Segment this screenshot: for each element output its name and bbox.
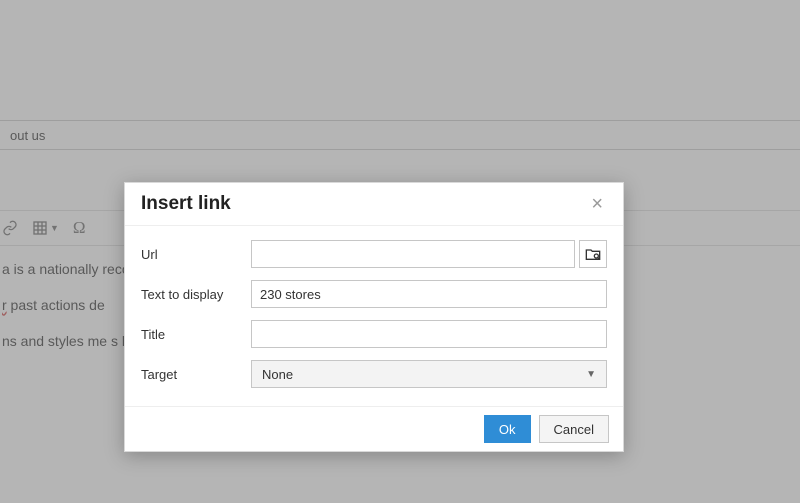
insert-link-dialog: Insert link × Url Text to d <box>124 182 624 452</box>
dialog-footer: Ok Cancel <box>125 406 623 451</box>
label-url: Url <box>141 247 251 262</box>
folder-search-icon <box>585 247 601 261</box>
dialog-header: Insert link × <box>125 183 623 226</box>
row-title: Title <box>141 320 607 348</box>
ok-button[interactable]: Ok <box>484 415 531 443</box>
text-to-display-input[interactable] <box>251 280 607 308</box>
row-text: Text to display <box>141 280 607 308</box>
chevron-down-icon: ▼ <box>586 369 596 380</box>
target-select[interactable]: None ▼ <box>251 360 607 388</box>
cancel-button[interactable]: Cancel <box>539 415 609 443</box>
browse-button[interactable] <box>579 240 607 268</box>
label-title: Title <box>141 327 251 342</box>
dialog-title: Insert link <box>141 193 231 215</box>
label-target: Target <box>141 367 251 382</box>
label-text: Text to display <box>141 287 251 302</box>
dialog-body: Url Text to display <box>125 226 623 406</box>
title-input[interactable] <box>251 320 607 348</box>
url-input[interactable] <box>251 240 575 268</box>
row-target: Target None ▼ <box>141 360 607 388</box>
close-icon[interactable]: × <box>587 194 607 214</box>
row-url: Url <box>141 240 607 268</box>
target-select-value: None <box>262 367 293 382</box>
